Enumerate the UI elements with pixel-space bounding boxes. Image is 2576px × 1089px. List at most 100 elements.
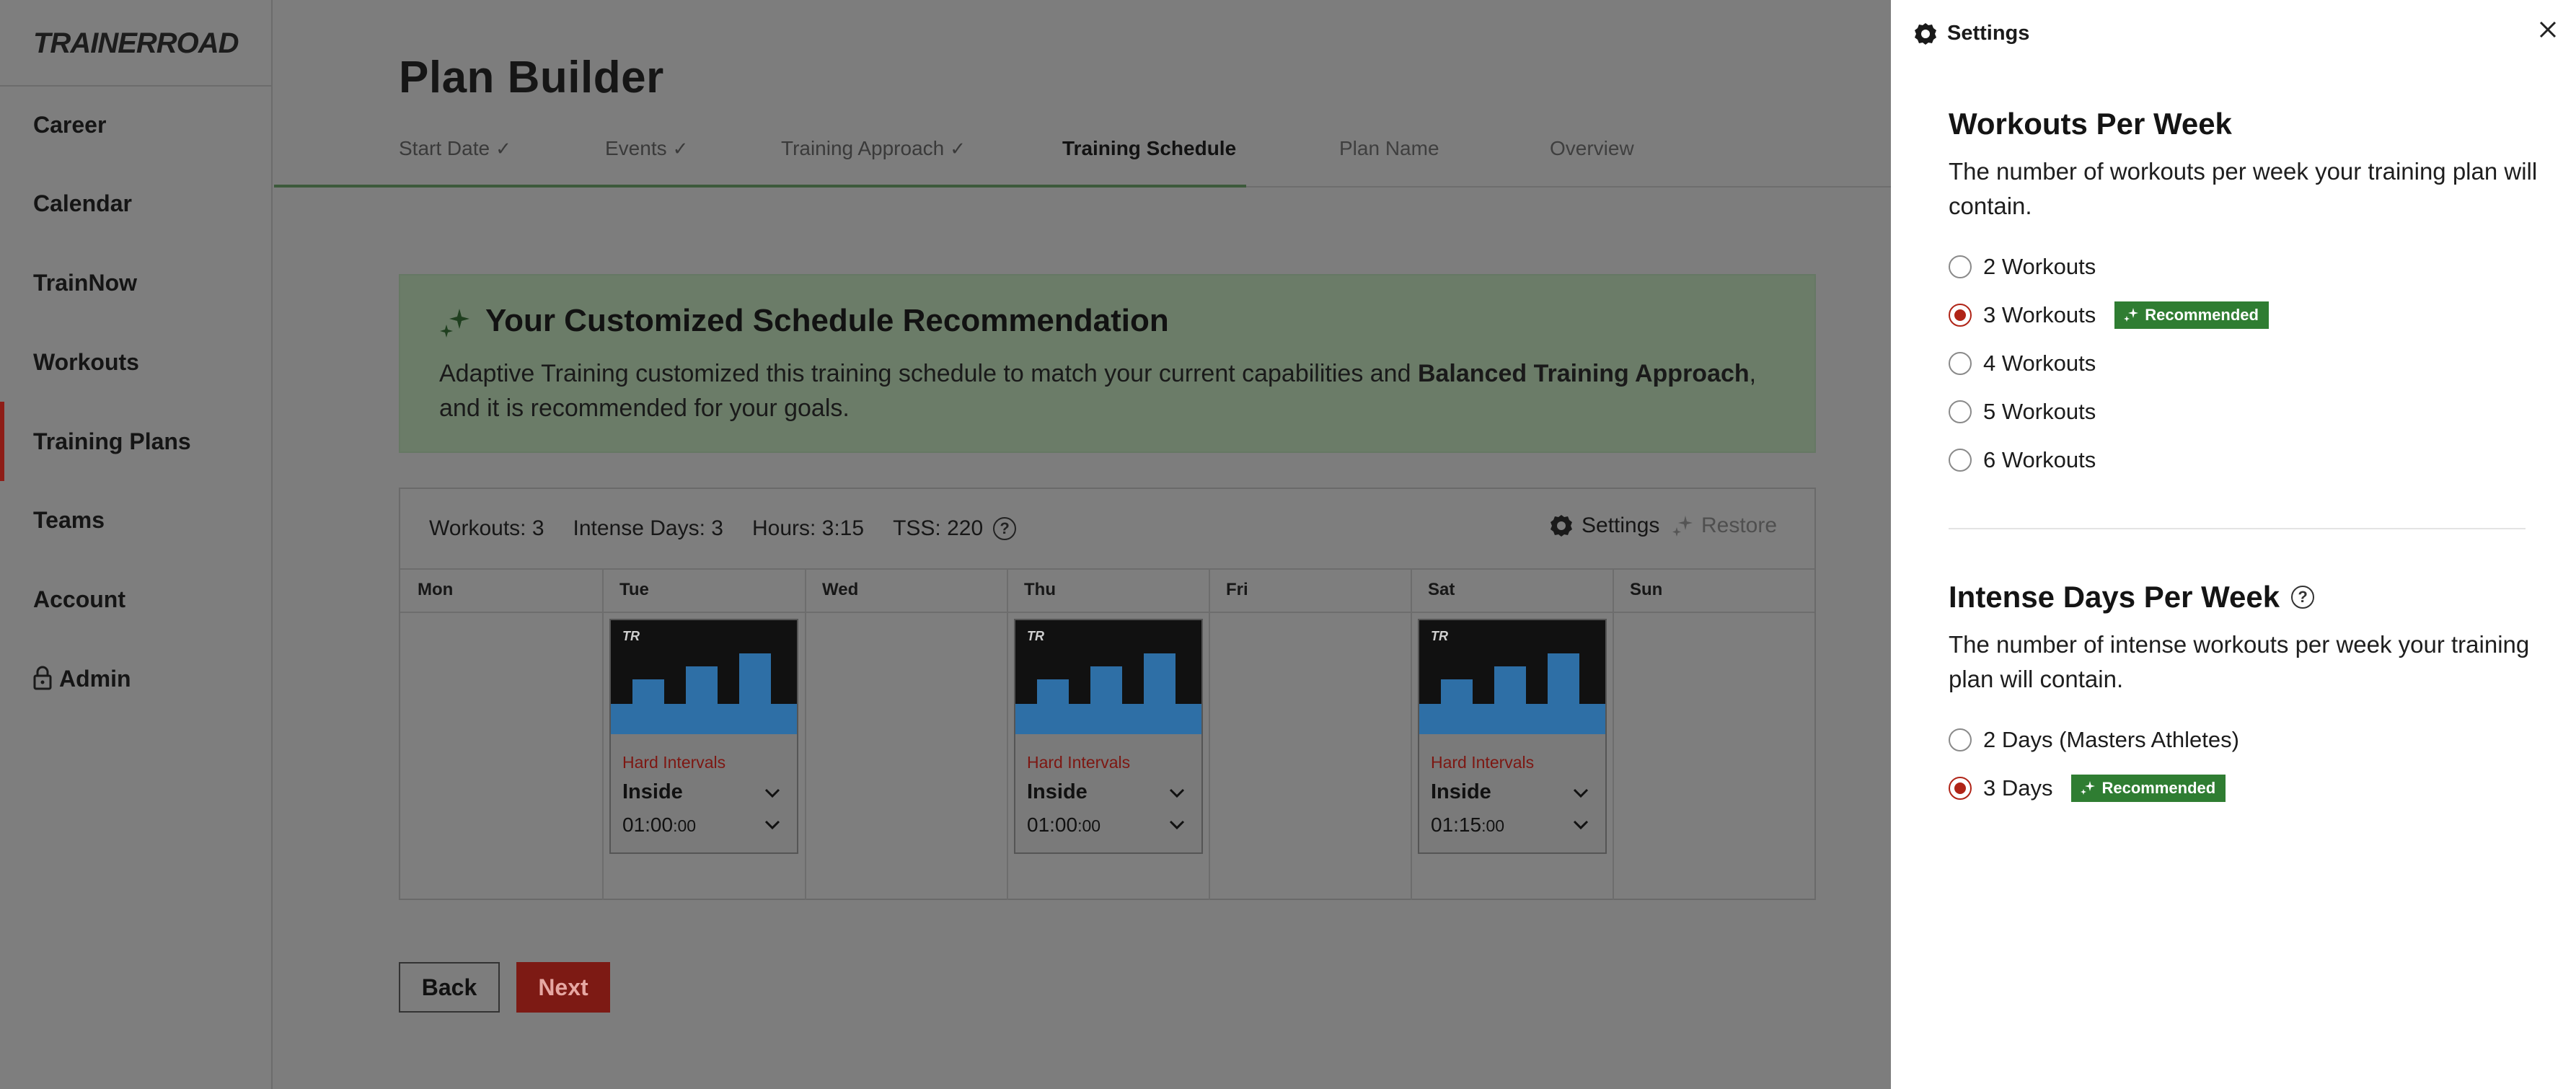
days-header-top-rule: [400, 568, 1814, 570]
day-divider: [805, 568, 806, 900]
workouts-option-2[interactable]: 2 Workouts: [1949, 252, 2096, 281]
recommendation-banner: Your Customized Schedule Recommendation …: [399, 274, 1816, 453]
duration-main: 01:00: [622, 814, 674, 836]
step-training-schedule[interactable]: Training Schedule: [1062, 137, 1236, 160]
workout-card-tue[interactable]: TR Hard Intervals Inside 01:00:00: [609, 619, 798, 854]
recommended-badge: Recommended: [2114, 301, 2269, 329]
badge-label: Recommended: [2145, 306, 2259, 324]
check-icon: ✓: [950, 138, 966, 159]
step-label: Events: [605, 137, 667, 159]
workout-environment-select[interactable]: Inside: [1431, 780, 1491, 804]
nav-item-trainnow[interactable]: TrainNow: [33, 268, 137, 297]
workouts-option-5[interactable]: 5 Workouts: [1949, 397, 2096, 426]
intense-days-option-2[interactable]: 2 Days (Masters Athletes): [1949, 726, 2239, 754]
step-start-date[interactable]: Start Date ✓: [399, 137, 511, 160]
sparkle-icon: [2124, 308, 2139, 322]
nav-item-account[interactable]: Account: [33, 585, 125, 614]
day-divider: [1613, 568, 1614, 900]
plan-builder-main: Plan Builder Start Date ✓ Events ✓ Trainin…: [274, 0, 1891, 1089]
chevron-down-icon[interactable]: [764, 788, 781, 799]
stat-intense-days: Intense Days: 3: [573, 516, 723, 540]
schedule-settings-button[interactable]: Settings: [1550, 513, 1659, 538]
radio-button[interactable]: [1949, 255, 1972, 278]
nav-item-calendar[interactable]: Calendar: [33, 189, 132, 218]
workout-type: Hard Intervals: [1027, 753, 1131, 772]
step-label: Start Date: [399, 137, 490, 159]
recommendation-body-text: Adaptive Training customized this traini…: [439, 360, 1418, 387]
step-plan-name: Plan Name: [1339, 137, 1439, 159]
radio-button-selected[interactable]: [1949, 304, 1972, 327]
next-button[interactable]: Next: [516, 962, 610, 1013]
chevron-down-icon[interactable]: [1168, 819, 1186, 831]
option-label: 4 Workouts: [1983, 350, 2096, 376]
step-training-approach[interactable]: Training Approach ✓: [781, 137, 966, 160]
trainerroad-logo[interactable]: TRAINERROAD: [33, 27, 239, 60]
nav-active-indicator: [0, 402, 4, 481]
recommended-badge: Recommended: [2071, 775, 2226, 802]
day-label-fri: Fri: [1226, 580, 1248, 599]
intense-days-option-3[interactable]: 3 Days Recommended: [1949, 774, 2226, 803]
gear-icon: [1551, 515, 1572, 537]
page-title: Plan Builder: [399, 53, 664, 102]
day-divider: [602, 568, 604, 900]
settings-panel-header: Settings: [1914, 22, 2029, 45]
nav-item-workouts[interactable]: Workouts: [33, 348, 139, 376]
day-label-sun: Sun: [1630, 580, 1663, 599]
workout-duration-select[interactable]: 01:00:00: [622, 814, 696, 837]
nav-item-career[interactable]: Career: [33, 110, 106, 139]
close-icon[interactable]: [2536, 17, 2560, 42]
workout-duration-select[interactable]: 01:00:00: [1027, 814, 1100, 837]
workout-card-sat[interactable]: TR Hard Intervals Inside 01:15:00: [1418, 619, 1607, 854]
chevron-down-icon[interactable]: [764, 819, 781, 831]
radio-button[interactable]: [1949, 352, 1972, 375]
option-label: 2 Workouts: [1983, 254, 2096, 279]
chevron-down-icon[interactable]: [1572, 788, 1589, 799]
radio-button[interactable]: [1949, 400, 1972, 423]
schedule-stats: Workouts: 3 Intense Days: 3 Hours: 3:15 …: [429, 516, 1017, 541]
recommendation-title: Your Customized Schedule Recommendation: [485, 303, 1169, 338]
intense-days-per-week-title: Intense Days Per Week?: [1949, 580, 2315, 614]
workouts-per-week-description: The number of workouts per week your tra…: [1949, 158, 2538, 219]
badge-label: Recommended: [2101, 779, 2216, 797]
day-label-tue: Tue: [619, 580, 649, 599]
workout-environment-select[interactable]: Inside: [1027, 780, 1088, 804]
help-icon[interactable]: ?: [2291, 586, 2315, 609]
workout-duration-select[interactable]: 01:15:00: [1431, 814, 1504, 837]
sidebar-nav: TRAINERROAD Career Calendar TrainNow Wor…: [0, 0, 273, 1089]
radio-button[interactable]: [1949, 449, 1972, 472]
lock-icon: [33, 666, 52, 690]
nav-item-admin[interactable]: Admin: [33, 664, 131, 693]
sparkle-icon: [2081, 781, 2096, 795]
sidebar-divider: [0, 85, 271, 87]
step-events[interactable]: Events ✓: [605, 137, 688, 160]
workout-profile-graph: TR: [611, 620, 797, 734]
schedule-restore-button[interactable]: Restore: [1671, 513, 1777, 538]
radio-button[interactable]: [1949, 728, 1972, 751]
option-label: 3 Workouts: [1983, 302, 2096, 327]
workouts-option-3[interactable]: 3 Workouts Recommended: [1949, 301, 2269, 330]
nav-item-teams[interactable]: Teams: [33, 506, 105, 534]
day-label-sat: Sat: [1428, 580, 1455, 599]
day-divider: [1007, 568, 1008, 900]
nav-item-training-plans[interactable]: Training Plans: [33, 427, 191, 456]
workout-card-thu[interactable]: TR Hard Intervals Inside 01:00:00: [1014, 619, 1203, 854]
recommendation-body: Adaptive Training customized this traini…: [439, 356, 1788, 426]
help-icon[interactable]: ?: [993, 517, 1017, 540]
intense-days-description: The number of intense workouts per week …: [1949, 631, 2530, 692]
workout-environment-select[interactable]: Inside: [622, 780, 683, 804]
radio-button-selected[interactable]: [1949, 777, 1972, 800]
schedule-settings-label: Settings: [1582, 513, 1660, 537]
stat-tss: TSS: 220: [893, 516, 984, 540]
duration-main: 01:15: [1431, 814, 1482, 836]
workout-type: Hard Intervals: [1431, 753, 1535, 772]
workouts-option-6[interactable]: 6 Workouts: [1949, 446, 2096, 475]
chevron-down-icon[interactable]: [1168, 788, 1186, 799]
trainerroad-mark-icon: TR: [622, 629, 640, 643]
chevron-down-icon[interactable]: [1572, 819, 1589, 831]
back-button[interactable]: Back: [399, 962, 500, 1013]
duration-seconds: :00: [673, 816, 697, 835]
workouts-per-week-title: Workouts Per Week: [1949, 107, 2232, 141]
gear-icon: [1915, 22, 1936, 45]
option-label: 2 Days (Masters Athletes): [1983, 727, 2239, 752]
workouts-option-4[interactable]: 4 Workouts: [1949, 349, 2096, 378]
